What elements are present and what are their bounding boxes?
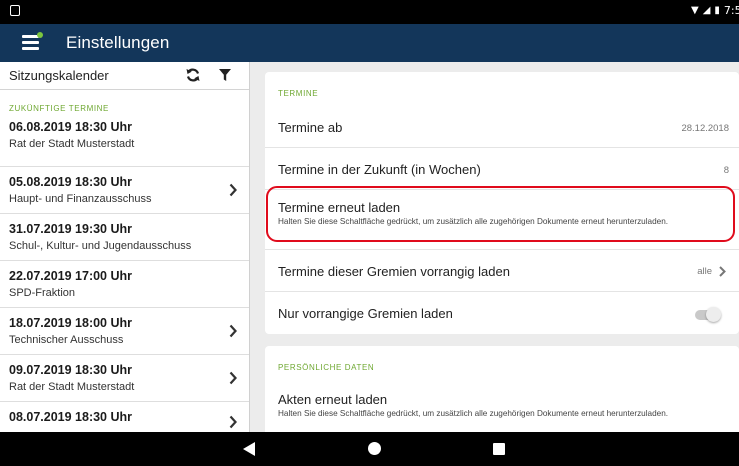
meeting-date: 06.08.2019 18:30 Uhr bbox=[9, 120, 133, 134]
akten-erneut-laden-row[interactable]: Akten erneut laden Halten Sie diese Scha… bbox=[265, 380, 739, 432]
meeting-date: 31.07.2019 19:30 Uhr bbox=[9, 222, 133, 236]
meeting-list: 06.08.2019 18:30 Uhr Rat der Stadt Muster… bbox=[0, 120, 249, 432]
termine-section-label: TERMINE bbox=[278, 89, 319, 98]
chevron-right-icon bbox=[229, 183, 237, 197]
chevron-right-icon bbox=[719, 266, 726, 277]
meeting-calendar-pane: Sitzungskalender ZUKÜNFTIGE TERMINE 06.0… bbox=[0, 62, 250, 432]
termine-zukunft-row[interactable]: Termine in der Zukunft (in Wochen) 8 bbox=[265, 148, 739, 190]
termine-zukunft-label: Termine in der Zukunft (in Wochen) bbox=[278, 162, 481, 177]
meeting-item[interactable]: 06.08.2019 18:30 Uhr Rat der Stadt Muster… bbox=[0, 120, 249, 167]
hamburger-menu-icon[interactable] bbox=[22, 32, 43, 51]
meeting-body: SPD-Fraktion bbox=[9, 287, 76, 299]
meeting-item[interactable]: 31.07.2019 19:30 Uhr Schul-, Kultur- und … bbox=[0, 214, 249, 261]
termine-zukunft-value: 8 bbox=[723, 165, 729, 176]
chevron-right-icon bbox=[229, 324, 237, 338]
persoenliche-daten-card: PERSÖNLICHE DATEN Akten erneut laden Hal… bbox=[265, 346, 739, 432]
persoenliche-section-label: PERSÖNLICHE DATEN bbox=[278, 363, 375, 372]
refresh-icon[interactable] bbox=[185, 67, 201, 83]
calendar-title: Sitzungskalender bbox=[9, 68, 109, 83]
page-title: Einstellungen bbox=[66, 33, 170, 52]
status-icons: ▼ ◢ ▮ 7:53 bbox=[691, 4, 739, 17]
nur-vorrangige-label: Nur vorrangige Gremien laden bbox=[278, 306, 453, 321]
akten-erneut-laden-desc: Halten Sie diese Schaltfläche gedrückt, … bbox=[278, 409, 669, 418]
calendar-header: Sitzungskalender bbox=[0, 62, 249, 90]
signal-icon: ◢ bbox=[702, 5, 711, 16]
meeting-body: Rat der Stadt Musterstadt bbox=[9, 381, 135, 393]
gremien-vorrangig-label: Termine dieser Gremien vorrangig laden bbox=[278, 264, 510, 279]
termine-ab-label: Termine ab bbox=[278, 120, 343, 135]
chevron-right-icon bbox=[229, 371, 237, 385]
home-icon[interactable] bbox=[368, 442, 381, 455]
meeting-date: 18.07.2019 18:00 Uhr bbox=[9, 316, 133, 330]
wifi-icon: ▼ bbox=[691, 5, 699, 16]
notification-icon bbox=[10, 5, 20, 16]
settings-pane: TERMINE Termine ab 28.12.2018 Termine in… bbox=[265, 62, 739, 432]
highlight-box bbox=[266, 186, 735, 242]
gremien-vorrangig-value: alle bbox=[697, 266, 712, 277]
meeting-item[interactable]: 18.07.2019 18:00 Uhr Technischer Ausschus… bbox=[0, 308, 249, 355]
meeting-body: Technischer Ausschuss bbox=[9, 334, 124, 346]
meeting-item[interactable]: 09.07.2019 18:30 Uhr Rat der Stadt Muster… bbox=[0, 355, 249, 402]
toggle-knob bbox=[706, 307, 721, 322]
gremien-vorrangig-row[interactable]: Termine dieser Gremien vorrangig laden a… bbox=[265, 250, 739, 292]
nur-vorrangige-toggle[interactable] bbox=[695, 307, 721, 322]
notification-dot bbox=[37, 32, 43, 38]
akten-erneut-laden-label: Akten erneut laden bbox=[278, 392, 388, 407]
chevron-right-icon bbox=[229, 415, 237, 428]
system-nav-bar bbox=[0, 432, 739, 466]
status-bar: ▼ ◢ ▮ 7:53 bbox=[0, 0, 739, 24]
recent-apps-icon[interactable] bbox=[493, 443, 505, 455]
upcoming-section-label: ZUKÜNFTIGE TERMINE bbox=[9, 104, 109, 113]
meeting-body: Rat der Stadt Musterstadt bbox=[9, 138, 135, 150]
meeting-date: 22.07.2019 17:00 Uhr bbox=[9, 269, 133, 283]
meeting-item[interactable]: 05.08.2019 18:30 Uhr Haupt- und Finanzaus… bbox=[0, 167, 249, 214]
status-time: 7:53 bbox=[723, 4, 739, 17]
meeting-date: 08.07.2019 18:30 Uhr bbox=[9, 410, 133, 424]
meeting-date: 09.07.2019 18:30 Uhr bbox=[9, 363, 133, 377]
termine-ab-value: 28.12.2018 bbox=[681, 123, 729, 134]
meeting-body: Schul-, Kultur- und Jugendausschuss bbox=[9, 240, 192, 252]
filter-icon[interactable] bbox=[218, 68, 232, 82]
app-bar: Einstellungen bbox=[0, 24, 739, 62]
meeting-item[interactable]: 08.07.2019 18:30 Uhr bbox=[0, 402, 249, 432]
meeting-date: 05.08.2019 18:30 Uhr bbox=[9, 175, 133, 189]
back-icon[interactable] bbox=[242, 441, 256, 457]
battery-icon: ▮ bbox=[714, 5, 720, 16]
meeting-body: Haupt- und Finanzausschuss bbox=[9, 193, 152, 205]
nur-vorrangige-row: Nur vorrangige Gremien laden bbox=[265, 292, 739, 334]
termine-ab-row[interactable]: Termine ab 28.12.2018 bbox=[265, 106, 739, 148]
meeting-item[interactable]: 22.07.2019 17:00 Uhr SPD-Fraktion bbox=[0, 261, 249, 308]
